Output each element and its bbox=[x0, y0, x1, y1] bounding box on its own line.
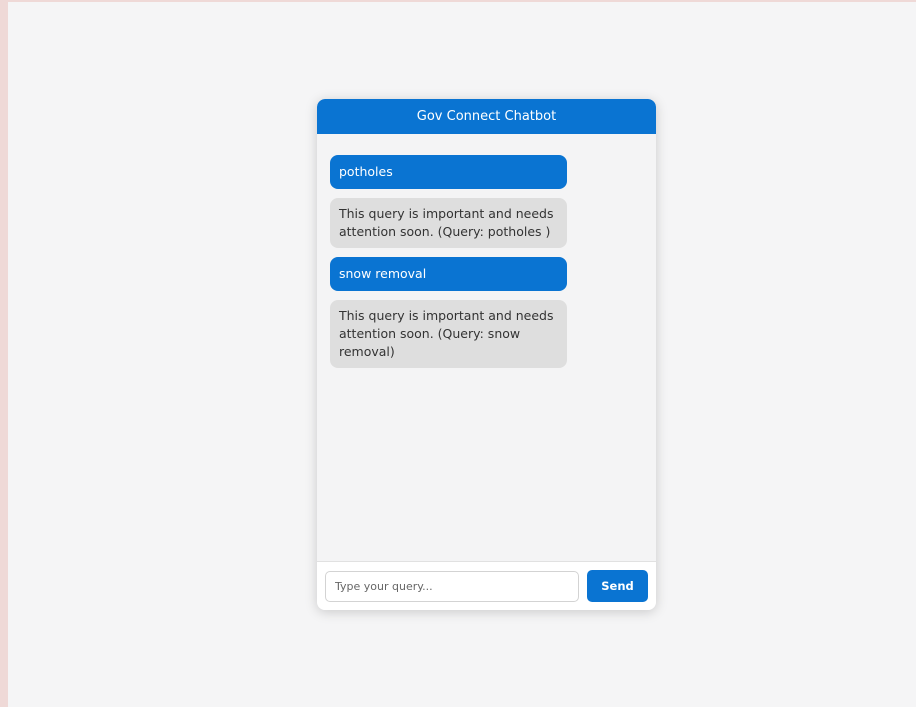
chat-header: Gov Connect Chatbot bbox=[317, 99, 656, 134]
chat-title: Gov Connect Chatbot bbox=[416, 109, 557, 124]
chat-window: Gov Connect Chatbot potholes This query … bbox=[317, 99, 656, 610]
user-message: potholes bbox=[330, 155, 567, 189]
page-background: Gov Connect Chatbot potholes This query … bbox=[8, 2, 916, 707]
user-message: snow removal bbox=[330, 257, 567, 291]
send-button[interactable]: Send bbox=[587, 570, 648, 602]
input-bar: Send bbox=[317, 561, 656, 610]
bot-message: This query is important and needs attent… bbox=[330, 300, 567, 368]
query-input[interactable] bbox=[325, 570, 579, 602]
message-list[interactable]: potholes This query is important and nee… bbox=[317, 134, 656, 561]
bot-message: This query is important and needs attent… bbox=[330, 198, 567, 248]
